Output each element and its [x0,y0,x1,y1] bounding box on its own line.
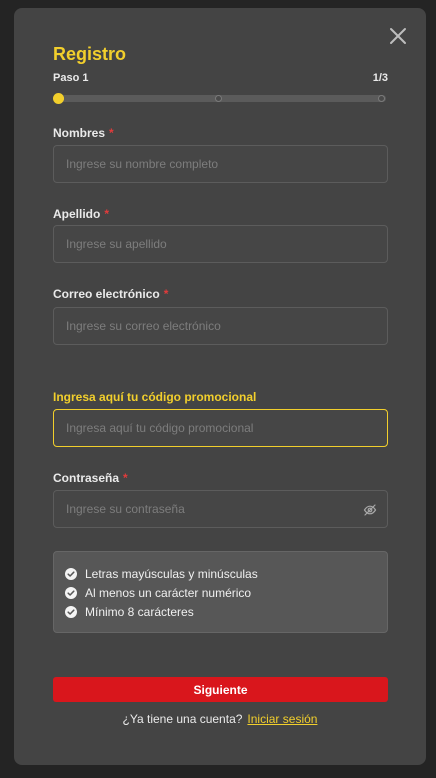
correo-label-text: Correo electrónico [53,287,160,301]
password-rule-text: Al menos un carácter numérico [85,585,252,600]
toggle-password-visibility[interactable] [363,503,377,517]
progress-step-2-dot [215,95,222,102]
next-button[interactable]: Siguiente [53,677,388,702]
step-progress-bar [53,93,388,104]
password-input[interactable] [53,490,388,528]
check-circle-icon [65,605,77,618]
promo-code-label: Ingresa aquí tu código promocional [53,390,257,404]
login-link[interactable]: Iniciar sesión [247,712,317,726]
email-input[interactable] [53,307,388,345]
close-icon [390,28,406,44]
required-mark: * [123,471,128,485]
eye-slash-icon [363,504,377,516]
login-prompt-row: ¿Ya tiene una cuenta? Iniciar sesión [14,712,426,726]
password-rule-text: Letras mayúsculas y minúsculas [85,566,258,581]
step-label: Paso 1 [53,72,89,84]
password-rule-item: Letras mayúsculas y minúsculas [54,564,387,583]
progress-step-3-dot [378,95,385,102]
correo-label: Correo electrónico * [53,287,168,301]
registration-modal: Registro Paso 1 1/3 Nombres* Apellido* C… [14,8,426,765]
close-button[interactable] [388,26,408,46]
required-mark: * [109,126,114,140]
nombres-label-text: Nombres [53,126,106,140]
required-mark: * [104,207,110,221]
password-label-text: Contraseña [53,471,120,485]
login-prompt-text: ¿Ya tiene una cuenta? [122,712,243,726]
step-counter: 1/3 [372,72,388,84]
promo-code-input[interactable] [53,409,388,447]
apellido-label: Apellido * [53,207,109,221]
progress-step-1-dot [53,93,64,104]
password-rule-text: Mínimo 8 carácteres [85,604,194,619]
step-indicator: Paso 1 1/3 [53,72,388,84]
password-rules-box: Letras mayúsculas y minúsculas Al menos … [53,551,388,633]
nombres-label: Nombres * [53,126,114,140]
modal-title: Registro [53,44,127,64]
check-circle-icon [65,567,77,580]
apellido-input[interactable] [53,225,388,263]
check-circle-icon [65,586,77,599]
apellido-label-text: Apellido [53,207,101,221]
required-mark: * [163,287,169,301]
nombres-input[interactable] [53,145,388,183]
password-rule-item: Mínimo 8 carácteres [54,602,387,621]
password-rule-item: Al menos un carácter numérico [54,583,387,602]
password-label: Contraseña * [53,471,128,485]
